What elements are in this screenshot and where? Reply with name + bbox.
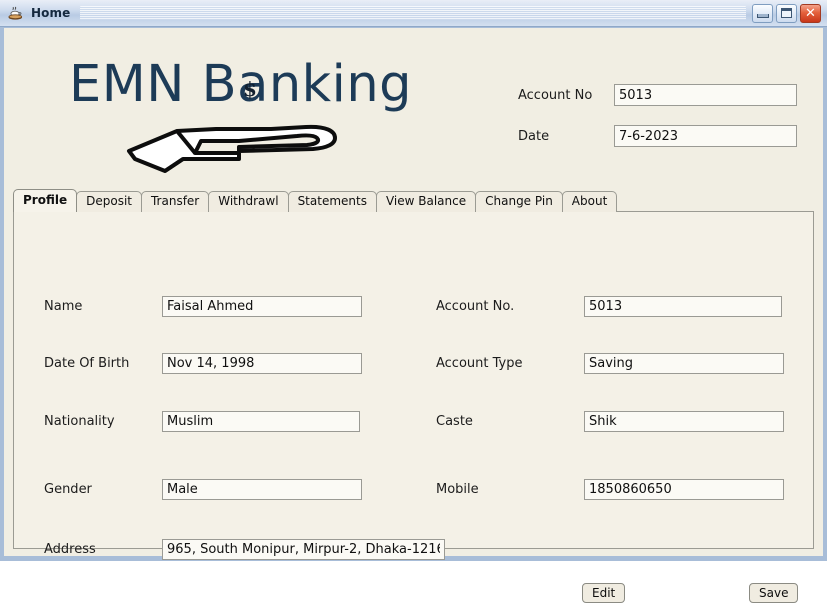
profile-panel: Name Date Of Birth Nationality Gender	[13, 211, 814, 603]
nationality-row: Nationality	[44, 411, 360, 432]
caste-input[interactable]	[584, 411, 784, 432]
account-type-input[interactable]	[584, 353, 784, 374]
minimize-icon	[757, 13, 769, 18]
close-icon: ✕	[805, 5, 816, 21]
mobile-input[interactable]	[584, 479, 784, 500]
tab-deposit[interactable]: Deposit	[76, 191, 142, 212]
name-label: Name	[44, 299, 83, 314]
caste-label: Caste	[436, 414, 473, 429]
close-button[interactable]: ✕	[800, 3, 821, 23]
java-coffee-cup-icon	[7, 5, 24, 21]
nationality-label: Nationality	[44, 414, 115, 429]
save-button[interactable]: Save	[749, 583, 799, 603]
header-region: EMN Banking $ Account No Date	[5, 29, 822, 181]
client-area: EMN Banking $ Account No Date	[4, 28, 823, 603]
open-hand-icon	[121, 117, 361, 177]
date-of-birth-label: Date Of Birth	[44, 356, 130, 371]
address-input[interactable]	[162, 539, 445, 560]
mobile-label: Mobile	[436, 482, 479, 497]
date-header-row: Date	[518, 125, 797, 147]
tab-view-balance[interactable]: View Balance	[375, 191, 477, 212]
brand-logo: EMN Banking $	[69, 55, 449, 177]
maximize-icon	[781, 7, 792, 18]
minimize-button[interactable]	[752, 3, 773, 23]
account-no-label: Account No.	[436, 299, 515, 314]
account-no-row: Account No.	[436, 296, 782, 317]
dollar-sign-icon: $	[243, 77, 257, 101]
brand-name: EMN Banking	[69, 55, 413, 114]
name-input[interactable]	[162, 296, 362, 317]
date-of-birth-input[interactable]	[162, 353, 362, 374]
application-window: Home ✕ EMN Banking $ Account No 5013 Dat…	[0, 0, 827, 603]
account-type-label: Account Type	[436, 356, 523, 371]
maximize-button[interactable]	[776, 3, 797, 23]
date-header-label: Date	[518, 128, 550, 144]
tab-statements[interactable]: Statements	[287, 191, 377, 212]
edit-button[interactable]: Edit	[582, 583, 626, 603]
title-bar-grip	[80, 6, 746, 20]
name-row: Name	[44, 296, 362, 317]
gender-label: Gender	[44, 482, 92, 497]
account-no-header-input[interactable]	[614, 84, 797, 106]
window-title: Home	[31, 6, 71, 20]
window-controls: ✕	[752, 3, 827, 23]
date-header-input[interactable]	[614, 125, 797, 147]
tab-withdrawl[interactable]: Withdrawl	[208, 191, 289, 212]
account-type-row: Account Type	[436, 353, 784, 374]
tab-change-pin[interactable]: Change Pin	[475, 191, 563, 212]
address-row: Address	[44, 539, 445, 560]
title-bar-left: Home	[0, 5, 70, 21]
address-label: Address	[44, 542, 96, 557]
tabbed-pane: Profile Deposit Transfer Withdrawl State…	[13, 189, 814, 603]
mobile-row: Mobile	[436, 479, 784, 500]
account-no-input[interactable]	[584, 296, 782, 317]
tab-profile[interactable]: Profile	[13, 189, 78, 212]
caste-row: Caste	[436, 411, 784, 432]
gender-row: Gender	[44, 479, 362, 500]
account-no-header-row: Account No	[518, 84, 797, 106]
tab-transfer[interactable]: Transfer	[140, 191, 210, 212]
nationality-input[interactable]	[162, 411, 360, 432]
title-bar: Home ✕	[0, 0, 827, 27]
account-no-header-label: Account No	[518, 87, 593, 103]
tab-about[interactable]: About	[561, 191, 618, 212]
date-of-birth-row: Date Of Birth	[44, 353, 362, 374]
tab-strip: Profile Deposit Transfer Withdrawl State…	[13, 189, 618, 212]
gender-input[interactable]	[162, 479, 362, 500]
